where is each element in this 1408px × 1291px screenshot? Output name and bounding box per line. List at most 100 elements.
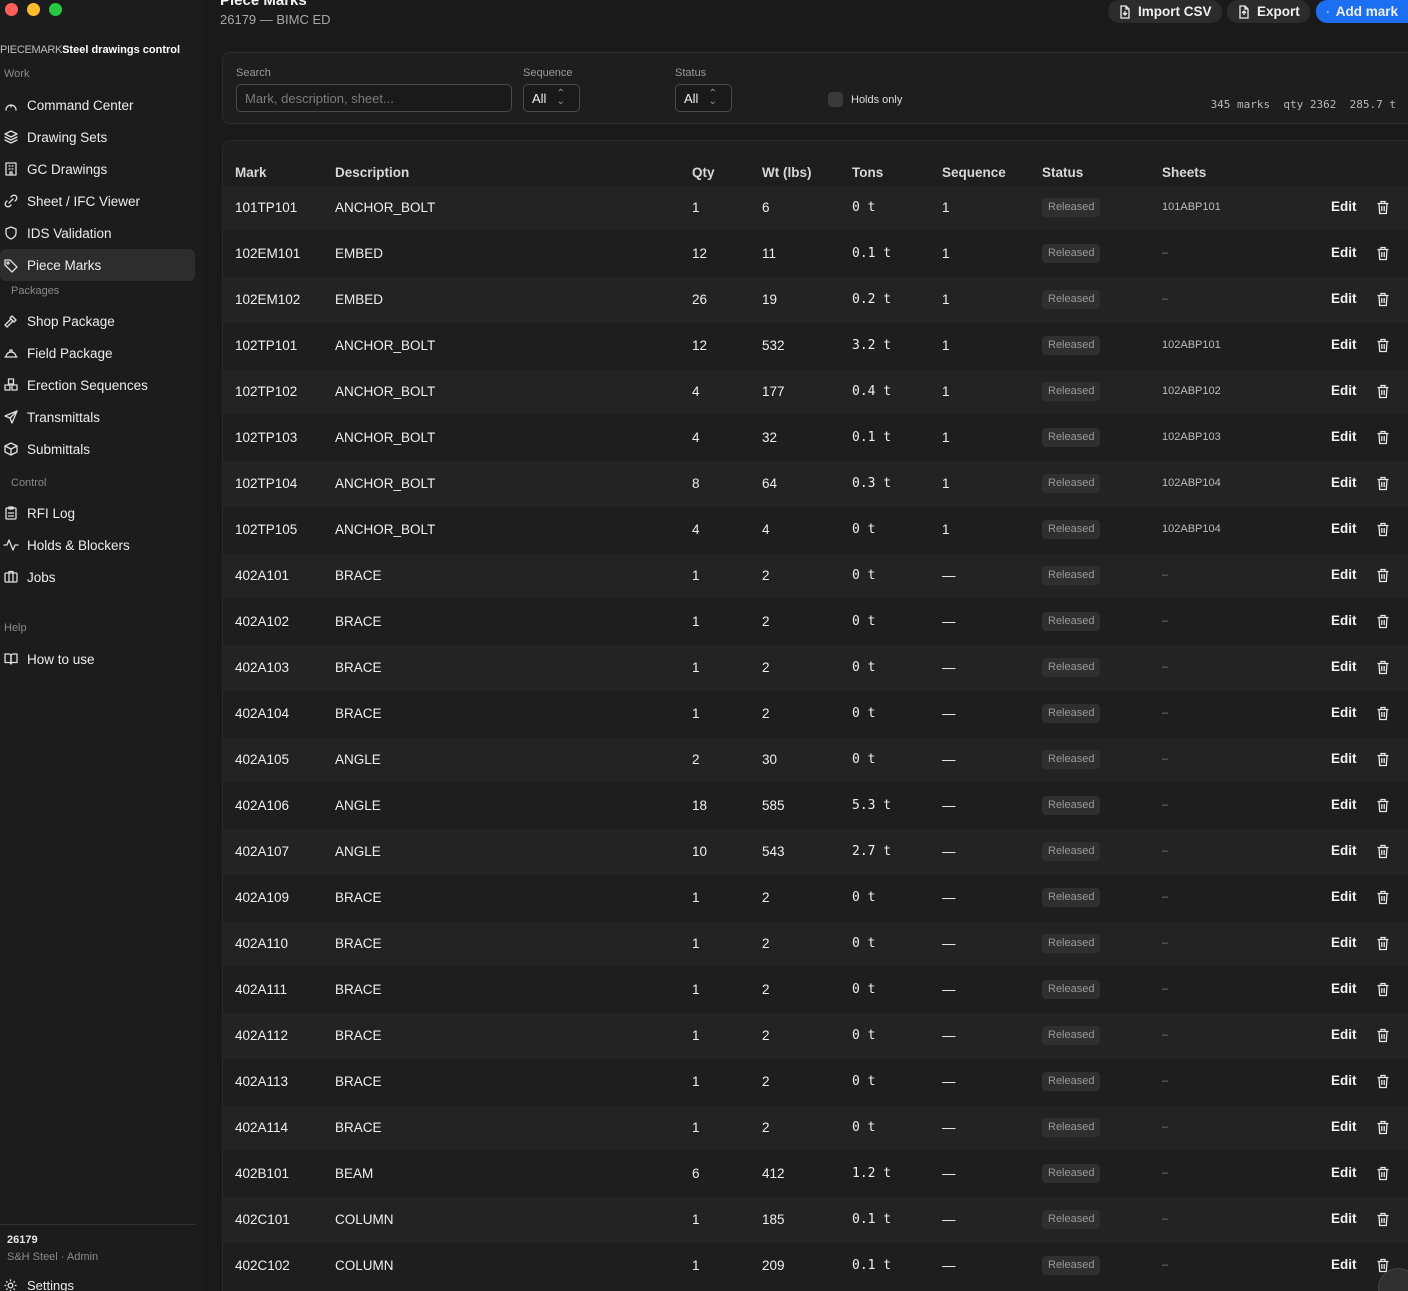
table-row[interactable]: 402A113 BRACE 1 2 0 t — Released – Edit: [223, 1059, 1408, 1105]
edit-button[interactable]: Edit: [1331, 981, 1357, 996]
edit-button[interactable]: Edit: [1331, 291, 1357, 306]
edit-button[interactable]: Edit: [1331, 199, 1357, 214]
edit-button[interactable]: Edit: [1331, 521, 1357, 536]
trash-icon[interactable]: [1376, 660, 1390, 675]
holds-only-checkbox[interactable]: [828, 92, 843, 107]
status-select[interactable]: All ⌃ ⌄: [675, 84, 732, 112]
column-header-status[interactable]: Status: [1042, 165, 1083, 180]
trash-icon[interactable]: [1376, 476, 1390, 491]
edit-button[interactable]: Edit: [1331, 705, 1357, 720]
table-row[interactable]: 402B101 BEAM 6 412 1.2 t — Released – Edit: [223, 1151, 1408, 1197]
sidebar-item-transmittals[interactable]: Transmittals: [0, 401, 195, 433]
edit-button[interactable]: Edit: [1331, 1211, 1357, 1226]
table-row[interactable]: 402A112 BRACE 1 2 0 t — Released – Edit: [223, 1013, 1408, 1059]
trash-icon[interactable]: [1376, 1212, 1390, 1227]
edit-button[interactable]: Edit: [1331, 935, 1357, 950]
edit-button[interactable]: Edit: [1331, 659, 1357, 674]
table-row[interactable]: 402A107 ANGLE 10 543 2.7 t — Released – Edit: [223, 829, 1408, 875]
sidebar-item-ids-validation[interactable]: IDS Validation: [0, 217, 195, 249]
sidebar-item-rfi-log[interactable]: RFI Log: [0, 497, 195, 529]
table-row[interactable]: 402A103 BRACE 1 2 0 t — Released – Edit: [223, 645, 1408, 691]
minimize-window-button[interactable]: [27, 3, 40, 16]
zoom-window-button[interactable]: [49, 3, 62, 16]
table-row[interactable]: 402A102 BRACE 1 2 0 t — Released – Edit: [223, 599, 1408, 645]
column-header-mark[interactable]: Mark: [235, 165, 267, 180]
edit-button[interactable]: Edit: [1331, 797, 1357, 812]
trash-icon[interactable]: [1376, 936, 1390, 951]
export-button[interactable]: Export: [1227, 0, 1310, 23]
holds-only-toggle[interactable]: Holds only: [828, 92, 902, 107]
sidebar-item-holds-blockers[interactable]: Holds & Blockers: [0, 529, 195, 561]
trash-icon[interactable]: [1376, 246, 1390, 261]
edit-button[interactable]: Edit: [1331, 889, 1357, 904]
sidebar-item-shop-package[interactable]: Shop Package: [0, 305, 195, 337]
table-row[interactable]: 102TP105 ANCHOR_BOLT 4 4 0 t 1 Released 102ABP1…: [223, 507, 1408, 553]
settings-link[interactable]: Settings: [3, 1278, 74, 1291]
table-row[interactable]: 102EM101 EMBED 12 11 0.1 t 1 Released – Edit: [223, 231, 1408, 277]
edit-button[interactable]: Edit: [1331, 751, 1357, 766]
table-row[interactable]: 102TP104 ANCHOR_BOLT 8 64 0.3 t 1 Released 102A…: [223, 461, 1408, 507]
trash-icon[interactable]: [1376, 1166, 1390, 1181]
trash-icon[interactable]: [1376, 982, 1390, 997]
table-row[interactable]: 102TP101 ANCHOR_BOLT 12 532 3.2 t 1 Released 10…: [223, 323, 1408, 369]
edit-button[interactable]: Edit: [1331, 475, 1357, 490]
edit-button[interactable]: Edit: [1331, 1027, 1357, 1042]
sidebar-item-command-center[interactable]: Command Center: [0, 89, 195, 121]
trash-icon[interactable]: [1376, 1074, 1390, 1089]
table-row[interactable]: 402A114 BRACE 1 2 0 t — Released – Edit: [223, 1105, 1408, 1151]
column-header-qty[interactable]: Qty: [692, 165, 715, 180]
search-input[interactable]: Mark, description, sheet...: [236, 84, 512, 112]
trash-icon[interactable]: [1376, 430, 1390, 445]
trash-icon[interactable]: [1376, 338, 1390, 353]
table-row[interactable]: 402A105 ANGLE 2 30 0 t — Released – Edit: [223, 737, 1408, 783]
sidebar-item-submittals[interactable]: Submittals: [0, 433, 195, 465]
trash-icon[interactable]: [1376, 384, 1390, 399]
edit-button[interactable]: Edit: [1331, 1165, 1357, 1180]
column-header-sheets[interactable]: Sheets: [1162, 165, 1206, 180]
trash-icon[interactable]: [1376, 200, 1390, 215]
trash-icon[interactable]: [1376, 292, 1390, 307]
column-header-description[interactable]: Description: [335, 165, 409, 180]
table-row[interactable]: 402A110 BRACE 1 2 0 t — Released – Edit: [223, 921, 1408, 967]
table-row[interactable]: 102TP103 ANCHOR_BOLT 4 32 0.1 t 1 Released 102A…: [223, 415, 1408, 461]
trash-icon[interactable]: [1376, 522, 1390, 537]
edit-button[interactable]: Edit: [1331, 613, 1357, 628]
edit-button[interactable]: Edit: [1331, 1119, 1357, 1134]
table-row[interactable]: 102TP102 ANCHOR_BOLT 4 177 0.4 t 1 Released 102…: [223, 369, 1408, 415]
sequence-select[interactable]: All ⌃ ⌄: [523, 84, 580, 112]
trash-icon[interactable]: [1376, 844, 1390, 859]
table-row[interactable]: 101TP101 ANCHOR_BOLT 1 6 0 t 1 Released 101ABP1…: [223, 185, 1408, 231]
sidebar-item-drawing-sets[interactable]: Drawing Sets: [0, 121, 195, 153]
column-header-wt-lbs[interactable]: Wt (lbs): [762, 165, 812, 180]
trash-icon[interactable]: [1376, 890, 1390, 905]
table-row[interactable]: 402C102 COLUMN 1 209 0.1 t — Released – Edit: [223, 1243, 1408, 1289]
table-row[interactable]: 402A111 BRACE 1 2 0 t — Released – Edit: [223, 967, 1408, 1013]
table-row[interactable]: 402A101 BRACE 1 2 0 t — Released – Edit: [223, 553, 1408, 599]
sidebar-item-jobs[interactable]: Jobs: [0, 561, 195, 593]
sidebar-item-gc-drawings[interactable]: GC Drawings: [0, 153, 195, 185]
column-header-sequence[interactable]: Sequence: [942, 165, 1006, 180]
edit-button[interactable]: Edit: [1331, 245, 1357, 260]
add-mark-button[interactable]: Add mark: [1316, 0, 1408, 23]
edit-button[interactable]: Edit: [1331, 337, 1357, 352]
trash-icon[interactable]: [1376, 568, 1390, 583]
column-header-tons[interactable]: Tons: [852, 165, 883, 180]
edit-button[interactable]: Edit: [1331, 429, 1357, 444]
sidebar-item-field-package[interactable]: Field Package: [0, 337, 195, 369]
sidebar-item-erection-sequences[interactable]: Erection Sequences: [0, 369, 195, 401]
table-row[interactable]: 402C101 COLUMN 1 185 0.1 t — Released – Edit: [223, 1197, 1408, 1243]
edit-button[interactable]: Edit: [1331, 567, 1357, 582]
trash-icon[interactable]: [1376, 752, 1390, 767]
trash-icon[interactable]: [1376, 1120, 1390, 1135]
trash-icon[interactable]: [1376, 1028, 1390, 1043]
edit-button[interactable]: Edit: [1331, 383, 1357, 398]
edit-button[interactable]: Edit: [1331, 843, 1357, 858]
edit-button[interactable]: Edit: [1331, 1073, 1357, 1088]
edit-button[interactable]: Edit: [1331, 1257, 1357, 1272]
sidebar-item-piece-marks[interactable]: Piece Marks: [0, 249, 195, 281]
sidebar-item-how-to-use[interactable]: How to use: [0, 643, 195, 675]
table-row[interactable]: 402A106 ANGLE 18 585 5.3 t — Released – Edit: [223, 783, 1408, 829]
sidebar-item-sheet-ifc-viewer[interactable]: Sheet / IFC Viewer: [0, 185, 195, 217]
trash-icon[interactable]: [1376, 614, 1390, 629]
trash-icon[interactable]: [1376, 798, 1390, 813]
